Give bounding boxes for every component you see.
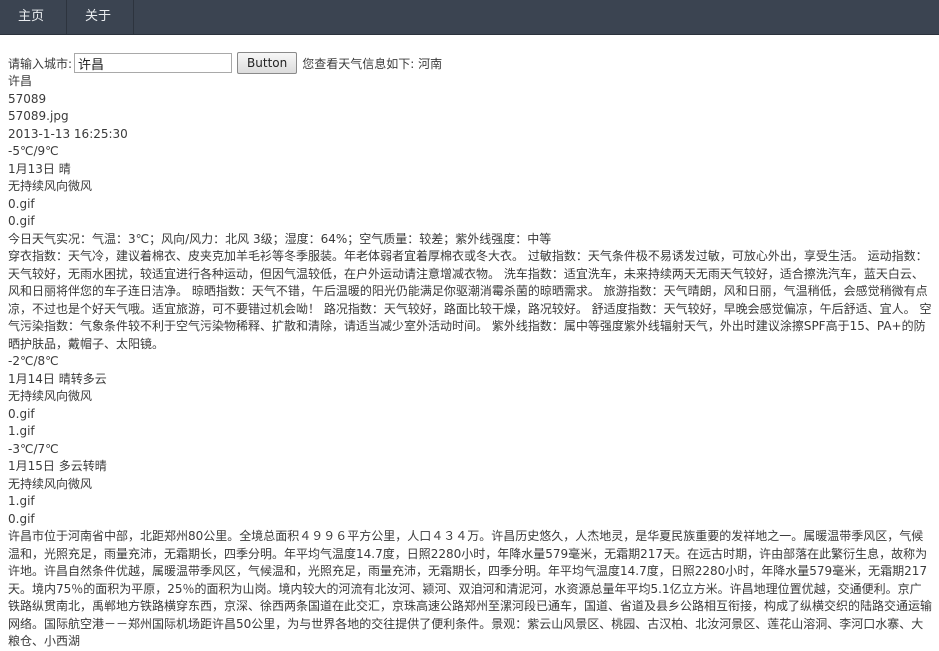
nav-home-link[interactable]: 主页 [0, 0, 68, 34]
city-name: 许昌 [8, 74, 33, 88]
city-introduction: 许昌市位于河南省中部，北距郑州80公里。全境总面积４９９６平方公里，人口４３４万… [8, 529, 933, 648]
day1-description: 1月13日 晴 [8, 161, 71, 176]
result-province-text: 您查看天气信息如下: 河南 [302, 56, 443, 71]
day1-icon1-name: 0.gif [8, 196, 35, 211]
day1-temperature: -5℃/9℃ [8, 144, 59, 158]
city-image-name: 57089.jpg [8, 109, 69, 123]
life-indices: 穿衣指数：天气冷，建议着棉衣、皮夹克加羊毛衫等冬季服装。年老体弱者宜着厚棉衣或冬… [8, 249, 932, 351]
day1-icon2-name: 0.gif [8, 214, 35, 228]
day2-icon2-name: 1.gif [8, 424, 35, 438]
live-weather: 今日天气实况：气温：3℃；风向/风力：北风 3级；湿度：64%；空气质量：较差；… [8, 231, 552, 246]
day3-wind: 无持续风向微风 [8, 476, 93, 491]
city-input[interactable] [74, 53, 233, 73]
top-navbar: 主页 关于 [0, 0, 939, 35]
main-content: 请输入城市: Button 您查看天气信息如下: 河南 许昌 57089 570… [0, 35, 933, 651]
day2-temperature: -2℃/8℃ [8, 354, 59, 368]
day1-wind: 无持续风向微风 [8, 179, 93, 193]
city-input-label: 请输入城市: [8, 56, 73, 71]
day2-description: 1月14日 晴转多云 [8, 371, 107, 386]
submit-button[interactable]: Button [237, 52, 298, 74]
day2-wind: 无持续风向微风 [8, 389, 93, 403]
nav-about-link[interactable]: 关于 [67, 0, 135, 34]
day3-icon1-name: 1.gif [8, 494, 35, 508]
day3-description: 1月15日 多云转晴 [8, 459, 107, 473]
day3-icon2-name: 0.gif [8, 511, 35, 526]
update-time: 2013-1-13 16:25:30 [8, 126, 128, 141]
day2-icon1-name: 0.gif [8, 406, 35, 421]
city-code: 57089 [8, 91, 47, 106]
day3-temperature: -3℃/7℃ [8, 441, 59, 456]
